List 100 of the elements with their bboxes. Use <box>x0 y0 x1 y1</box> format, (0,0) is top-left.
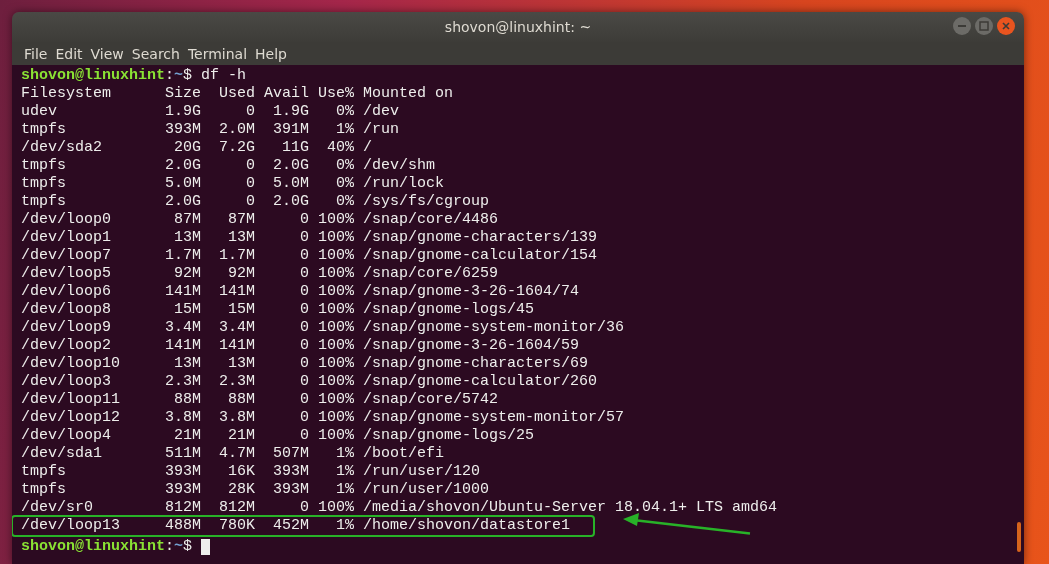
table-cell-text: 0 <box>299 391 309 409</box>
menu-item[interactable]: View <box>86 45 128 62</box>
table-cell-text: 0 <box>245 193 255 211</box>
table-cell-text: 13M <box>227 229 255 247</box>
table-cell-text: 100% <box>317 247 354 265</box>
window-title: shovon@linuxhint: ~ <box>444 19 592 35</box>
table-cell: 5.0M <box>165 175 201 193</box>
table-cell: 812M <box>165 499 201 517</box>
table-cell-text: 13M <box>173 229 201 247</box>
menu-item[interactable]: Help <box>251 45 291 62</box>
menu-item[interactable]: Edit <box>51 45 87 62</box>
table-cell-text: 0 <box>299 265 309 283</box>
table-cell-text: /dev/loop8 <box>21 301 112 319</box>
table-cell-text: 3.4M <box>218 319 255 337</box>
table-cell: /snap/gnome-characters/69 <box>363 355 589 373</box>
table-cell-text: 100% <box>317 265 354 283</box>
table-cell: /snap/core/6259 <box>363 265 499 283</box>
table-cell: 141M <box>165 337 201 355</box>
table-cell-text: 0 <box>299 355 309 373</box>
table-cell-text: 100% <box>317 211 354 229</box>
table-cell-text: /dev/loop12 <box>21 409 122 427</box>
table-cell-text: 100% <box>317 427 354 445</box>
table-cell-text: tmpfs <box>21 193 67 211</box>
column-header: Avail <box>263 85 309 103</box>
table-cell-text: 507M <box>272 445 309 463</box>
table-cell-text: 1% <box>335 517 354 535</box>
table-cell-text: 13M <box>173 355 201 373</box>
table-cell: 3.8M <box>165 409 201 427</box>
menu-item[interactable]: Search <box>127 45 184 62</box>
table-cell-text: 393M <box>272 463 309 481</box>
table-cell: /run/user/1000 <box>363 481 490 499</box>
table-cell: /home/shovon/datastore1 <box>363 517 571 535</box>
table-cell: 393M <box>165 481 201 499</box>
table-cell-text: 0 <box>245 157 255 175</box>
table-cell-text: 16K <box>227 463 255 481</box>
table-cell: /media/shovon/Ubuntu-Server 18.04.1+ LTS amd64 <box>363 499 778 517</box>
close-button[interactable] <box>997 17 1015 35</box>
table-cell-text: 1.7M <box>218 247 255 265</box>
table-cell: 1.9G <box>165 103 201 121</box>
table-cell-text: 13M <box>227 355 255 373</box>
table-cell: /boot/efi <box>363 445 445 463</box>
menu-item[interactable]: Terminal <box>183 45 252 62</box>
table-cell: /snap/gnome-calculator/260 <box>363 373 598 391</box>
table-cell-text: 100% <box>317 319 354 337</box>
menu-item[interactable]: File <box>20 45 52 62</box>
table-cell: /snap/gnome-system-monitor/57 <box>363 409 625 427</box>
table-cell-text: /dev/loop4 <box>21 427 112 445</box>
table-cell-text: 0 <box>245 103 255 121</box>
table-cell-text: /dev/loop0 <box>21 211 112 229</box>
cursor <box>201 539 211 555</box>
column-header: Size <box>165 85 201 103</box>
table-cell-text: /dev/loop11 <box>21 391 122 409</box>
table-cell-text: 1% <box>335 463 354 481</box>
table-cell-text: 0 <box>299 409 309 427</box>
minimize-button[interactable] <box>953 17 971 35</box>
column-header: Use% <box>317 85 354 103</box>
table-cell-text: /dev/sr0 <box>21 499 94 517</box>
table-cell-text: 0 <box>299 337 309 355</box>
table-cell: /snap/gnome-3-26-1604/59 <box>363 337 580 355</box>
column-header: Mounted on <box>363 85 454 103</box>
table-cell-text: 15M <box>173 301 201 319</box>
table-cell: 393M <box>165 463 201 481</box>
table-cell: 141M <box>165 283 201 301</box>
table-cell-text: 100% <box>317 373 354 391</box>
table-cell-text: 5.0M <box>272 175 309 193</box>
table-cell-text: tmpfs <box>21 463 67 481</box>
table-cell-text: /dev/loop6 <box>21 283 112 301</box>
table-cell-text: 100% <box>317 409 354 427</box>
table-cell-text: /dev/loop9 <box>21 319 112 337</box>
table-cell-text: 0% <box>335 103 354 121</box>
table-cell-text: 28K <box>227 481 255 499</box>
table-cell: /snap/core/4486 <box>363 211 499 229</box>
prompt-user-host: shovon@linuxhint <box>21 538 166 556</box>
table-cell-text: 0% <box>335 193 354 211</box>
table-cell-text: 393M <box>272 481 309 499</box>
table-cell-text: 11G <box>281 139 309 157</box>
table-cell-text: 2.0G <box>272 157 309 175</box>
table-cell-text: 40% <box>326 139 354 157</box>
table-cell-text: 100% <box>317 355 354 373</box>
table-cell-text: 0 <box>299 247 309 265</box>
table-cell: /snap/gnome-characters/139 <box>363 229 598 247</box>
table-cell: /snap/gnome-system-monitor/36 <box>363 319 625 337</box>
table-cell: / <box>363 139 373 157</box>
table-cell-text: 2.3M <box>218 373 255 391</box>
table-cell: /snap/core/5742 <box>363 391 499 409</box>
table-cell-text: 88M <box>227 391 255 409</box>
table-cell-text: 92M <box>173 265 201 283</box>
table-cell: /snap/gnome-calculator/154 <box>363 247 598 265</box>
maximize-button[interactable] <box>975 17 993 35</box>
table-cell-text: 452M <box>272 517 309 535</box>
table-cell-text: 100% <box>317 499 354 517</box>
prompt-user-host: shovon@linuxhint <box>21 67 166 85</box>
scrollbar-thumb[interactable] <box>1017 522 1021 552</box>
table-cell-text: 0 <box>245 175 255 193</box>
table-cell-text: tmpfs <box>21 175 67 193</box>
table-cell-text: 87M <box>227 211 255 229</box>
table-cell-text: 87M <box>173 211 201 229</box>
table-cell: /dev/shm <box>363 157 436 175</box>
table-cell-text: /dev/sda2 <box>21 139 103 157</box>
table-cell-text: 0 <box>299 427 309 445</box>
